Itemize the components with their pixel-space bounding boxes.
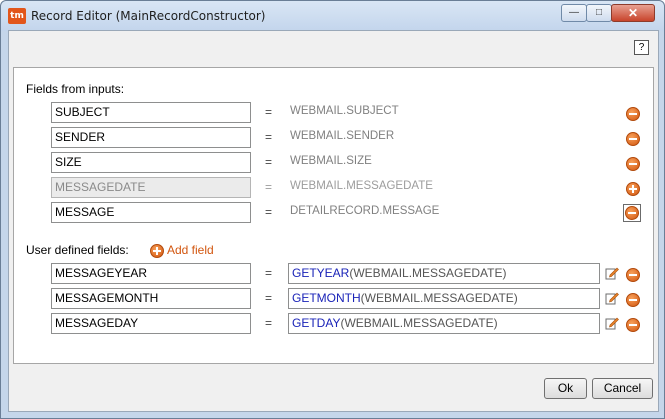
- user-section-label: User defined fields:: [26, 243, 129, 257]
- source-mapping: DETAILRECORD.MESSAGE: [290, 205, 440, 217]
- remove-icon: [625, 206, 639, 220]
- title-bar[interactable]: tm Record Editor (MainRecordConstructor)…: [1, 1, 664, 31]
- source-mapping: WEBMAIL.SENDER: [290, 130, 395, 142]
- input-field-name[interactable]: SUBJECT: [51, 102, 251, 123]
- source-mapping: WEBMAIL.SUBJECT: [290, 105, 399, 117]
- equals-sign: =: [265, 180, 273, 194]
- close-button[interactable]: ✕: [611, 4, 655, 22]
- input-field-name-disabled: MESSAGEDATE: [51, 177, 251, 198]
- expression-field[interactable]: GETMONTH(WEBMAIL.MESSAGEDATE): [288, 288, 600, 309]
- maximize-button[interactable]: □: [586, 4, 612, 22]
- remove-icon[interactable]: [626, 318, 640, 332]
- record-editor-window: tm Record Editor (MainRecordConstructor)…: [0, 0, 665, 419]
- expression-function: GETYEAR: [292, 266, 350, 280]
- expression-argument: (WEBMAIL.MESSAGEDATE): [349, 266, 507, 280]
- cancel-button[interactable]: Cancel: [592, 378, 653, 399]
- source-mapping: WEBMAIL.MESSAGEDATE: [290, 180, 433, 192]
- equals-sign: =: [265, 105, 273, 119]
- user-field-name[interactable]: MESSAGEMONTH: [51, 288, 251, 309]
- expression-field[interactable]: GETYEAR(WEBMAIL.MESSAGEDATE): [288, 263, 600, 284]
- remove-icon[interactable]: [626, 268, 640, 282]
- expression-argument: (WEBMAIL.MESSAGEDATE): [360, 291, 518, 305]
- tm-logo-icon: tm: [8, 8, 26, 24]
- remove-icon[interactable]: [626, 293, 640, 307]
- remove-icon[interactable]: [626, 132, 640, 146]
- equals-sign: =: [265, 205, 273, 219]
- expression-function: GETDAY: [292, 316, 341, 330]
- add-field-icon[interactable]: [150, 244, 164, 258]
- fields-panel: Fields from inputs: SUBJECT = WEBMAIL.SU…: [13, 67, 654, 364]
- user-field-name[interactable]: MESSAGEYEAR: [51, 263, 251, 284]
- equals-sign: =: [265, 291, 273, 305]
- inputs-section-label: Fields from inputs:: [26, 82, 125, 96]
- remove-button-focused[interactable]: [623, 204, 641, 222]
- remove-icon[interactable]: [626, 107, 640, 121]
- edit-icon[interactable]: [605, 291, 619, 305]
- expression-argument: (WEBMAIL.MESSAGEDATE): [340, 316, 498, 330]
- input-field-name[interactable]: MESSAGE: [51, 202, 251, 223]
- expression-function: GETMONTH: [292, 291, 361, 305]
- equals-sign: =: [265, 266, 273, 280]
- edit-icon[interactable]: [605, 266, 619, 280]
- dialog-body: ? Fields from inputs: SUBJECT = WEBMAIL.…: [8, 30, 659, 412]
- add-field-link[interactable]: Add field: [167, 243, 214, 257]
- source-mapping: WEBMAIL.SIZE: [290, 155, 372, 167]
- equals-sign: =: [265, 155, 273, 169]
- help-button[interactable]: ?: [634, 40, 649, 55]
- input-field-name[interactable]: SIZE: [51, 152, 251, 173]
- expression-field[interactable]: GETDAY(WEBMAIL.MESSAGEDATE): [288, 313, 600, 334]
- user-field-name[interactable]: MESSAGEDAY: [51, 313, 251, 334]
- ok-button[interactable]: Ok: [544, 378, 587, 399]
- edit-icon[interactable]: [605, 316, 619, 330]
- equals-sign: =: [265, 316, 273, 330]
- equals-sign: =: [265, 130, 273, 144]
- window-title: Record Editor (MainRecordConstructor): [31, 9, 266, 23]
- add-icon[interactable]: [626, 182, 640, 196]
- remove-icon[interactable]: [626, 157, 640, 171]
- input-field-name[interactable]: SENDER: [51, 127, 251, 148]
- minimize-button[interactable]: —: [561, 4, 587, 22]
